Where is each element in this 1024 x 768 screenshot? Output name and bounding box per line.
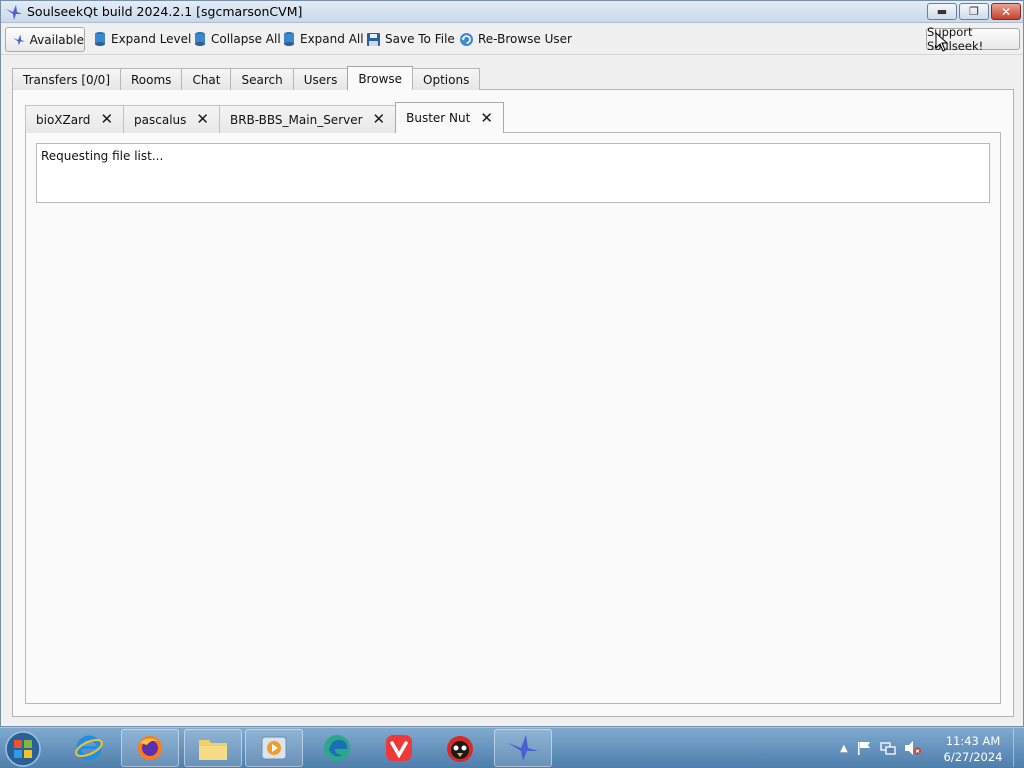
angry-bird-icon — [447, 736, 473, 762]
save-to-file-label: Save To File — [385, 32, 455, 46]
taskbar-clock[interactable]: 11:43 AM 6/27/2024 — [938, 733, 1008, 765]
user-tab-label: Buster Nut — [406, 111, 471, 125]
soulseek-bird-icon — [508, 735, 538, 761]
edge-icon — [324, 735, 350, 761]
save-to-file-button[interactable]: Save To File — [366, 29, 455, 49]
media-player-icon — [261, 736, 287, 760]
user-tab-pascalus[interactable]: pascalus ✕ — [123, 105, 220, 133]
close-button[interactable]: ✕ — [991, 3, 1021, 20]
browse-user-panel — [25, 132, 1001, 704]
status-button[interactable]: Available — [5, 27, 85, 52]
minimize-button[interactable]: ▬ — [927, 3, 957, 20]
taskbar-media-player[interactable] — [245, 729, 303, 767]
user-tab-label: pascalus — [134, 112, 187, 127]
close-icon: ✕ — [1000, 4, 1012, 19]
volume-muted-icon[interactable] — [904, 740, 922, 756]
close-tab-icon[interactable]: ✕ — [100, 112, 113, 127]
taskbar-vivaldi[interactable] — [370, 729, 428, 767]
collapse-all-label: Collapse All — [211, 32, 281, 46]
expand-all-label: Expand All — [300, 32, 364, 46]
soulseek-window: SoulseekQt build 2024.2.1 [sgcmarsonCVM]… — [0, 0, 1024, 727]
clock-date: 6/27/2024 — [943, 750, 1003, 764]
expand-level-label: Expand Level — [111, 32, 192, 46]
tab-chat[interactable]: Chat — [181, 68, 232, 90]
expand-all-button[interactable]: Expand All — [282, 29, 364, 49]
file-list-status: Requesting file list... — [36, 143, 990, 203]
tab-browse[interactable]: Browse — [347, 66, 414, 90]
browse-user-tab-bar: bioXZard ✕ pascalus ✕ BRB-BBS_Main_Serve… — [25, 102, 504, 133]
firefox-icon — [138, 736, 162, 760]
database-icon — [195, 32, 205, 46]
soulseek-bird-icon — [12, 34, 25, 45]
close-tab-icon[interactable]: ✕ — [373, 112, 386, 127]
close-tab-icon[interactable]: ✕ — [196, 112, 209, 127]
expand-level-button[interactable]: Expand Level — [93, 29, 191, 49]
tab-options[interactable]: Options — [412, 68, 481, 90]
database-icon — [95, 32, 105, 46]
restore-icon: ❐ — [969, 5, 979, 18]
soulseek-bird-icon — [6, 5, 22, 20]
database-icon — [284, 32, 294, 46]
refresh-icon — [460, 32, 473, 46]
rebrowse-user-button[interactable]: Re-Browse User — [459, 29, 572, 49]
status-label: Available — [29, 32, 84, 47]
tab-users[interactable]: Users — [292, 68, 349, 90]
user-tab-buster-nut[interactable]: Buster Nut ✕ — [395, 102, 504, 133]
user-tab-label: BRB-BBS_Main_Server — [229, 112, 363, 127]
internet-explorer-icon — [75, 735, 103, 761]
network-icon[interactable] — [880, 740, 896, 756]
tab-search[interactable]: Search — [230, 68, 294, 90]
minimize-icon: ▬ — [936, 5, 948, 18]
close-tab-icon[interactable]: ✕ — [480, 110, 493, 126]
tab-transfers[interactable]: Transfers [0/0] — [12, 68, 121, 90]
taskbar-bird-app[interactable] — [431, 729, 489, 767]
taskbar-firefox[interactable] — [121, 729, 179, 767]
show-desktop-button[interactable] — [1013, 729, 1023, 767]
main-tab-bar: Transfers [0/0] Rooms Chat Search Users … — [12, 66, 481, 90]
window-title: SoulseekQt build 2024.2.1 [sgcmarsonCVM] — [27, 4, 303, 19]
user-tab-label: bioXZard — [36, 112, 91, 127]
user-tab-brb-bbs-main-server[interactable]: BRB-BBS_Main_Server ✕ — [218, 105, 397, 133]
vivaldi-icon — [386, 735, 412, 761]
mouse-cursor-icon — [935, 32, 949, 52]
taskbar: ▲ 11:43 AM 6/27/2024 — [0, 727, 1024, 768]
folder-icon — [199, 740, 227, 760]
rebrowse-user-label: Re-Browse User — [478, 32, 572, 46]
windows-orb-icon — [5, 731, 41, 767]
taskbar-internet-explorer[interactable] — [60, 729, 118, 767]
restore-button[interactable]: ❐ — [959, 3, 989, 20]
show-hidden-icons-icon[interactable]: ▲ — [840, 743, 848, 754]
file-list-status-text: Requesting file list... — [41, 149, 164, 163]
tab-rooms[interactable]: Rooms — [120, 68, 183, 90]
taskbar-soulseek[interactable] — [494, 729, 552, 767]
title-bar[interactable]: SoulseekQt build 2024.2.1 [sgcmarsonCVM]… — [1, 1, 1023, 23]
floppy-disk-icon — [367, 32, 380, 46]
clock-time: 11:43 AM — [945, 734, 1001, 748]
start-button[interactable] — [4, 730, 46, 768]
taskbar-windows-explorer[interactable] — [184, 729, 242, 767]
user-tab-bioxzard[interactable]: bioXZard ✕ — [25, 105, 125, 133]
taskbar-edge[interactable] — [308, 729, 366, 767]
action-center-flag-icon[interactable] — [856, 740, 872, 756]
collapse-all-button[interactable]: Collapse All — [193, 29, 281, 49]
system-tray: ▲ — [840, 729, 922, 767]
toolbar: Available Expand Level Collapse All Expa… — [1, 23, 1023, 55]
